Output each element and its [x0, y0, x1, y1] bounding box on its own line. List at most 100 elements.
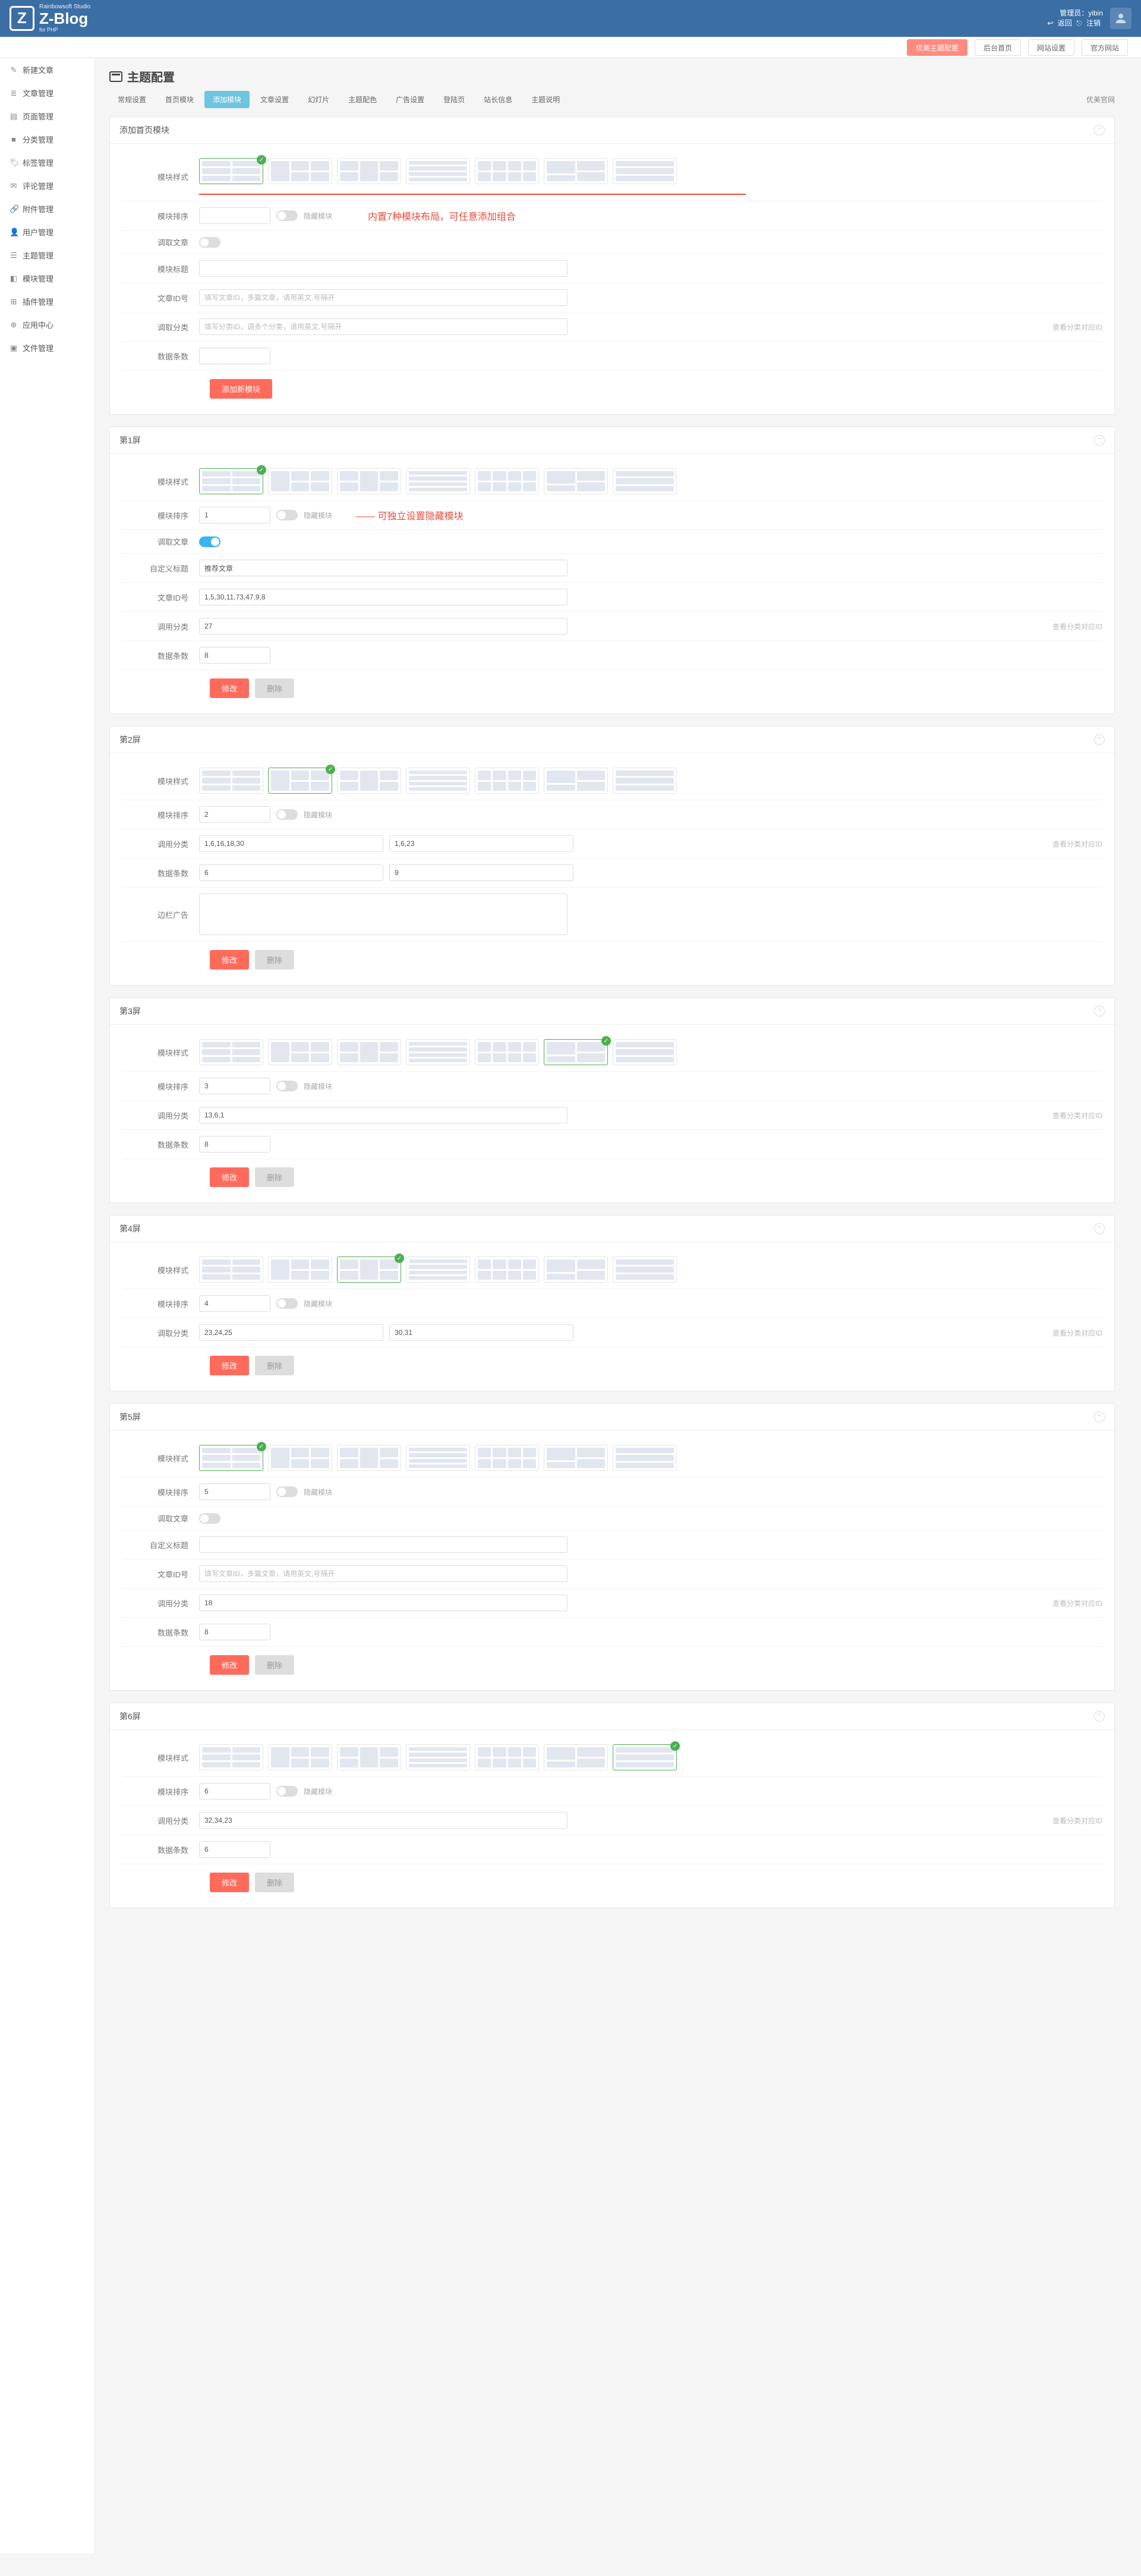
hide-toggle[interactable]	[276, 1786, 298, 1797]
sidebar-item-categories[interactable]: ■分类管理	[0, 128, 94, 151]
sort-input[interactable]	[199, 507, 270, 523]
category-input[interactable]	[199, 1812, 568, 1829]
count-input[interactable]	[199, 647, 270, 664]
transfer-toggle[interactable]	[199, 536, 220, 547]
category-input-1[interactable]	[199, 835, 383, 852]
tab-home-modules[interactable]: 首页模块	[157, 91, 202, 108]
collapse-icon[interactable]: ⌃	[1094, 734, 1105, 745]
hide-toggle[interactable]	[276, 510, 298, 520]
transfer-toggle[interactable]	[199, 1513, 220, 1524]
layout-option-3[interactable]	[406, 158, 470, 184]
layout-option-4[interactable]	[475, 1744, 539, 1770]
logout-link[interactable]: 注销	[1086, 19, 1101, 27]
category-input[interactable]	[199, 1107, 568, 1123]
custom-title-input[interactable]	[199, 560, 568, 576]
layout-option-0[interactable]	[199, 1039, 263, 1065]
topnav-btn[interactable]: 优美主题配置	[907, 39, 967, 56]
layout-option-4[interactable]	[475, 768, 539, 794]
official-site-link[interactable]: 优美官网	[1086, 94, 1115, 105]
count-input[interactable]	[199, 1136, 270, 1153]
sidebar-item-comments[interactable]: ✉评论管理	[0, 174, 94, 197]
layout-option-1[interactable]	[268, 468, 332, 494]
logo[interactable]: Z Rainbowsoft Studio Z-Blog for PHP	[10, 4, 90, 33]
layout-option-6[interactable]	[613, 1257, 677, 1283]
layout-option-3[interactable]	[406, 1257, 470, 1283]
layout-option-0[interactable]: ✓	[199, 158, 263, 184]
modify-button[interactable]: 修改	[210, 950, 249, 970]
layout-option-2[interactable]: ✓	[337, 1257, 401, 1283]
cat-hint[interactable]: 查看分类对应ID	[1052, 1816, 1102, 1826]
modify-button[interactable]: 修改	[210, 678, 249, 698]
sidebar-item-tags[interactable]: 🏷标签管理	[0, 151, 94, 174]
layout-option-3[interactable]	[406, 768, 470, 794]
layout-option-4[interactable]	[475, 1039, 539, 1065]
title-input[interactable]	[199, 260, 568, 277]
article-id-input[interactable]	[199, 589, 568, 605]
collapse-icon[interactable]: ⌃	[1094, 1711, 1105, 1722]
back-link[interactable]: 返回	[1058, 19, 1072, 27]
layout-option-0[interactable]	[199, 1257, 263, 1283]
layout-option-1[interactable]	[268, 1257, 332, 1283]
sort-input[interactable]	[199, 1295, 270, 1312]
topnav-btn[interactable]: 官方网站	[1082, 39, 1128, 56]
tab-login[interactable]: 登陆页	[435, 91, 473, 108]
sort-input[interactable]	[199, 806, 270, 823]
modify-button[interactable]: 修改	[210, 1655, 249, 1675]
layout-option-2[interactable]	[337, 1039, 401, 1065]
layout-option-4[interactable]	[475, 1445, 539, 1471]
layout-option-3[interactable]	[406, 1744, 470, 1770]
sidebar-item-files[interactable]: ▣文件管理	[0, 336, 94, 359]
layout-option-6[interactable]	[613, 1039, 677, 1065]
layout-option-3[interactable]	[406, 468, 470, 494]
hide-toggle[interactable]	[276, 210, 298, 221]
category-input[interactable]	[199, 618, 568, 634]
delete-button[interactable]: 删除	[255, 1356, 294, 1375]
layout-option-0[interactable]	[199, 1744, 263, 1770]
layout-option-4[interactable]	[475, 1257, 539, 1283]
tab-colors[interactable]: 主题配色	[340, 91, 385, 108]
modify-button[interactable]: 修改	[210, 1167, 249, 1187]
count-input[interactable]	[199, 1841, 270, 1858]
collapse-icon[interactable]: ⌃	[1094, 435, 1105, 446]
delete-button[interactable]: 删除	[255, 1655, 294, 1675]
layout-option-0[interactable]: ✓	[199, 468, 263, 494]
layout-option-6[interactable]	[613, 158, 677, 184]
layout-option-6[interactable]: ✓	[613, 1744, 677, 1770]
layout-option-5[interactable]	[544, 768, 608, 794]
tab-article[interactable]: 文章设置	[252, 91, 297, 108]
layout-option-2[interactable]	[337, 468, 401, 494]
collapse-icon[interactable]: ⌃	[1094, 125, 1105, 135]
article-id-input[interactable]	[199, 289, 568, 306]
layout-option-2[interactable]	[337, 158, 401, 184]
sort-input[interactable]	[199, 1078, 270, 1094]
layout-option-3[interactable]	[406, 1039, 470, 1065]
category-input-2[interactable]	[389, 835, 573, 852]
delete-button[interactable]: 删除	[255, 1873, 294, 1892]
layout-option-6[interactable]	[613, 1445, 677, 1471]
layout-option-5[interactable]	[544, 468, 608, 494]
modify-button[interactable]: 修改	[210, 1873, 249, 1892]
layout-option-2[interactable]	[337, 768, 401, 794]
layout-option-1[interactable]	[268, 1445, 332, 1471]
sidebar-item-posts[interactable]: ≣文章管理	[0, 81, 94, 105]
cat-hint[interactable]: 查看分类对应ID	[1052, 1598, 1102, 1608]
tab-theme-info[interactable]: 主题说明	[523, 91, 568, 108]
hide-toggle[interactable]	[276, 1298, 298, 1309]
delete-button[interactable]: 删除	[255, 678, 294, 698]
layout-option-1[interactable]	[268, 158, 332, 184]
tab-add-module[interactable]: 添加模块	[204, 91, 250, 108]
count-input[interactable]	[199, 348, 270, 364]
delete-button[interactable]: 删除	[255, 1167, 294, 1187]
collapse-icon[interactable]: ⌃	[1094, 1412, 1105, 1422]
layout-option-6[interactable]	[613, 468, 677, 494]
tab-slides[interactable]: 幻灯片	[300, 91, 338, 108]
sidebar-item-plugins[interactable]: ⊞插件管理	[0, 290, 94, 313]
layout-option-2[interactable]	[337, 1744, 401, 1770]
layout-option-4[interactable]	[475, 158, 539, 184]
modify-button[interactable]: 修改	[210, 1356, 249, 1375]
category-input-2[interactable]	[389, 1324, 573, 1341]
count-input[interactable]	[199, 1624, 270, 1640]
layout-option-5[interactable]: ✓	[544, 1039, 608, 1065]
custom-title-input[interactable]	[199, 1536, 568, 1553]
sidebar-item-new-post[interactable]: ✎新建文章	[0, 58, 94, 81]
